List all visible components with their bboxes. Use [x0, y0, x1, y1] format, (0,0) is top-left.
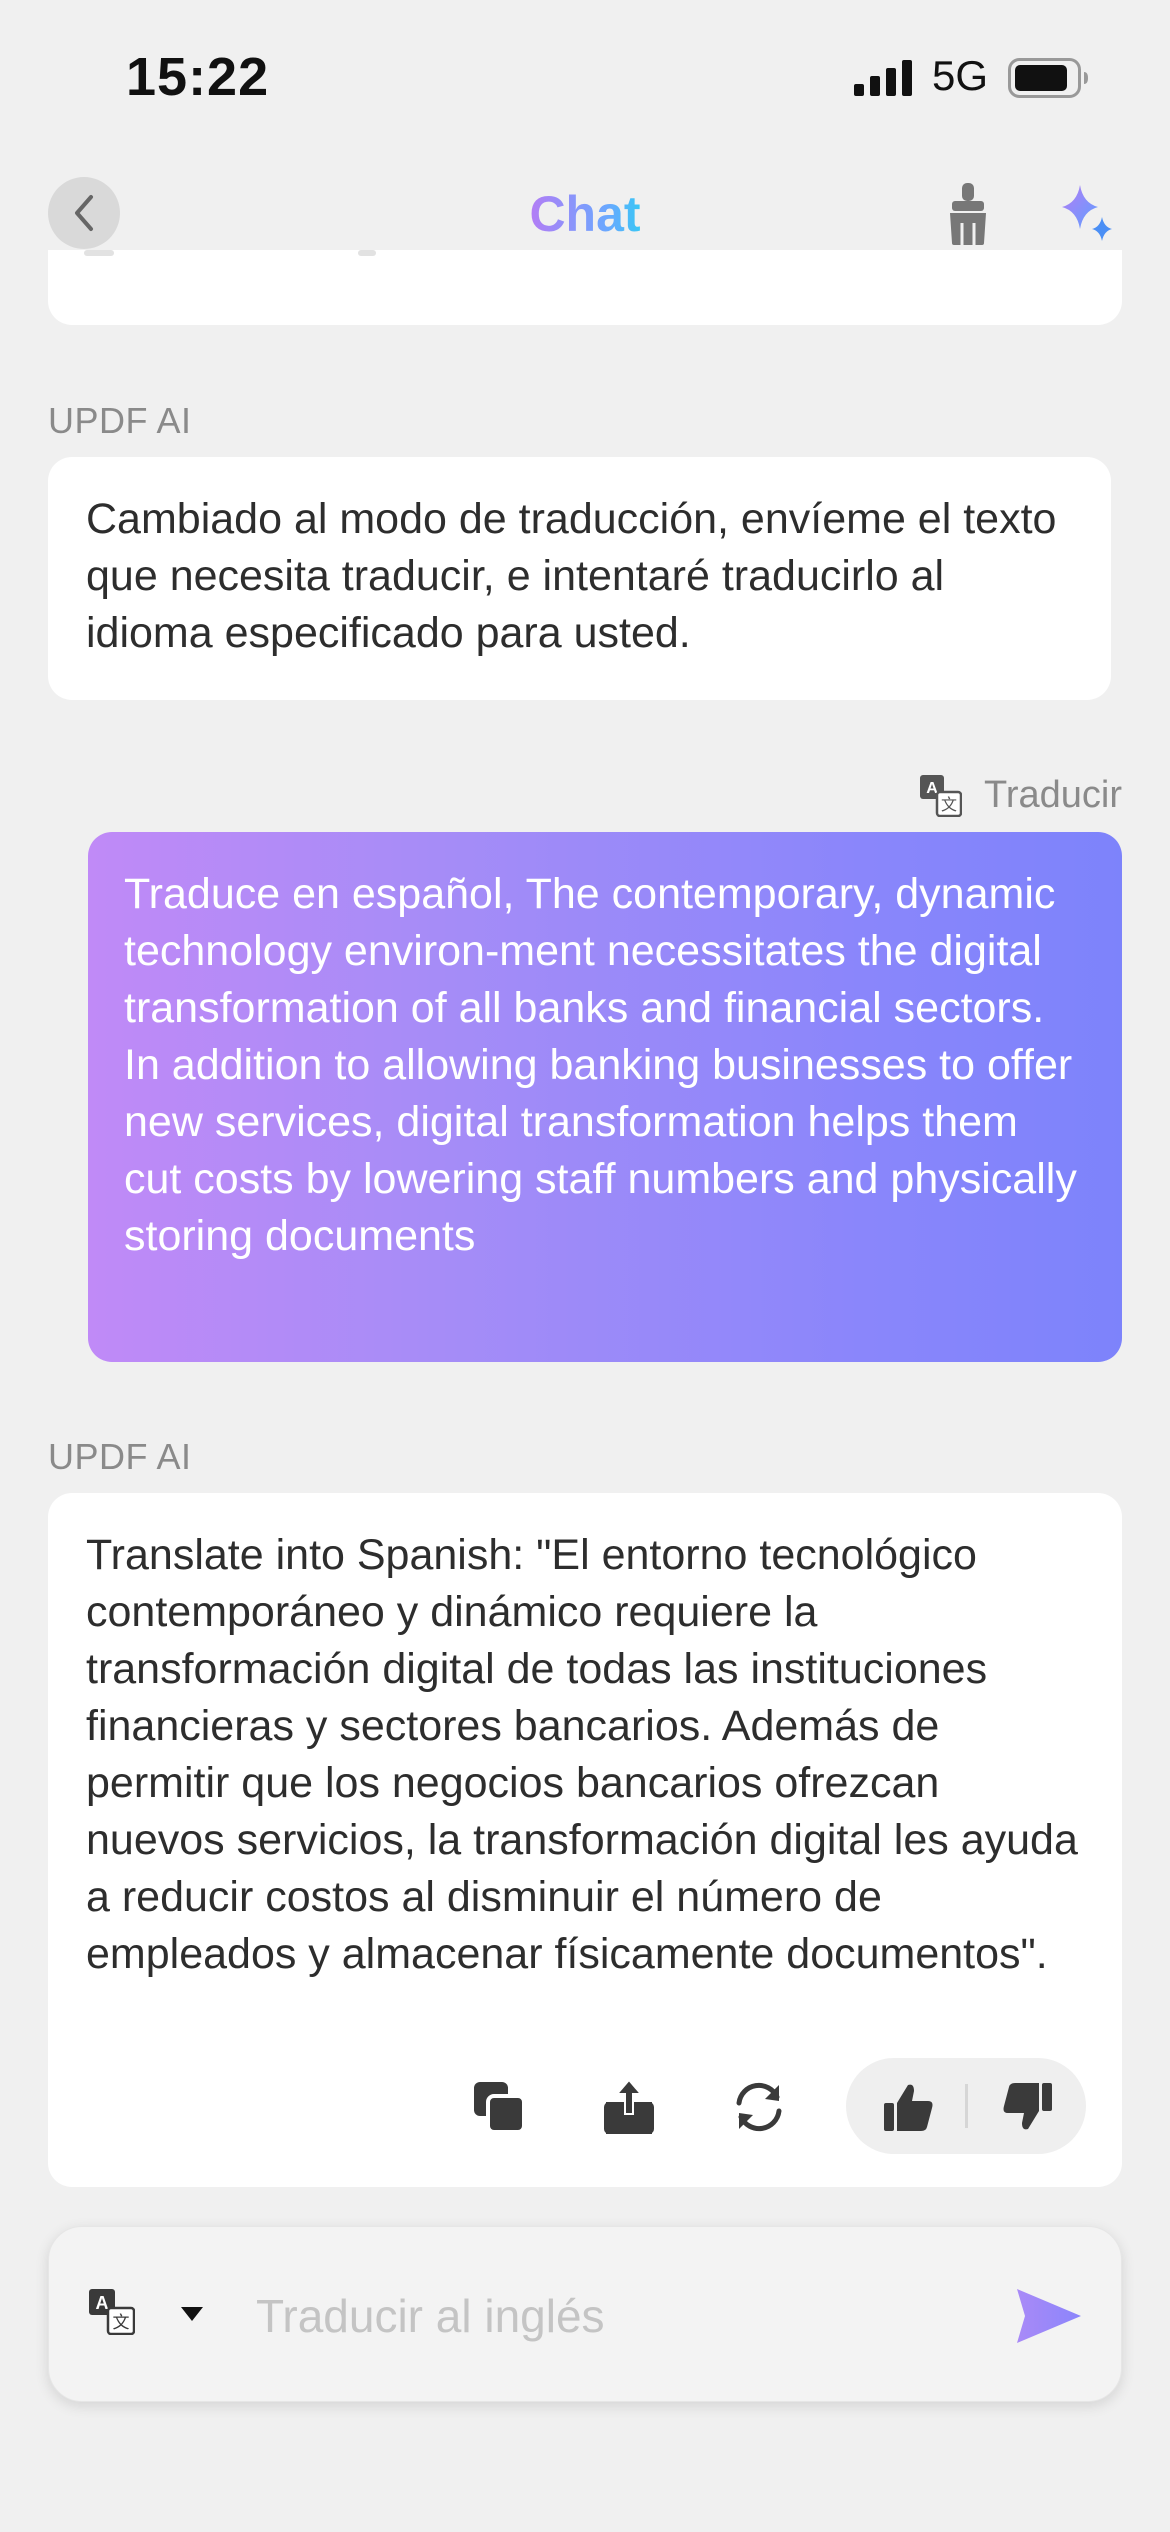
clear-chat-broom-icon[interactable] [940, 181, 994, 247]
caret-down-icon[interactable] [179, 2305, 205, 2323]
thumbs-up-button[interactable] [878, 2076, 940, 2138]
ai-message-text: Translate into Spanish: "El entorno tecn… [86, 1531, 1078, 1978]
copy-icon [474, 2082, 526, 2134]
signal-icon [854, 60, 912, 96]
sender-label: UPDF AI [48, 1436, 192, 1477]
svg-text:A: A [96, 2293, 109, 2313]
refresh-icon [736, 2082, 782, 2132]
message-composer: A 文 [48, 2226, 1122, 2402]
message-mode-label: Traducir [984, 774, 1122, 816]
send-icon[interactable] [1015, 2285, 1083, 2347]
page-title: Chat [0, 185, 1170, 243]
message-input[interactable] [254, 2267, 1018, 2365]
thumbs-down-icon [1003, 2083, 1052, 2130]
feedback-group [846, 2058, 1086, 2154]
status-bar: 15:22 5G [0, 0, 1170, 150]
thumbs-up-icon [884, 2084, 933, 2131]
page-title-text: Chat [529, 186, 641, 242]
regenerate-button[interactable] [728, 2076, 790, 2138]
translate-mode-icon[interactable]: A 文 [89, 2289, 135, 2335]
message-actions [450, 2058, 1086, 2154]
svg-text:文: 文 [941, 795, 957, 814]
svg-text:文: 文 [113, 2313, 130, 2333]
battery-icon [1008, 58, 1088, 98]
sender-label: UPDF AI [48, 400, 192, 441]
translate-icon: A 文 [920, 774, 963, 817]
share-button[interactable] [598, 2076, 660, 2138]
ai-sparkle-icon[interactable] [1054, 179, 1118, 247]
ai-message-bubble: Cambiado al modo de traducción, envíeme … [48, 457, 1111, 700]
previous-message-bubble [48, 250, 1122, 325]
network-type: 5G [932, 52, 989, 99]
copy-button[interactable] [468, 2076, 530, 2138]
user-message-bubble: Traduce en español, The contemporary, dy… [88, 832, 1122, 1362]
message-mode-tag: A 文 Traducir [920, 774, 1122, 817]
status-time: 15:22 [126, 47, 270, 107]
thumbs-down-button[interactable] [996, 2076, 1058, 2138]
share-icon [604, 2078, 654, 2134]
